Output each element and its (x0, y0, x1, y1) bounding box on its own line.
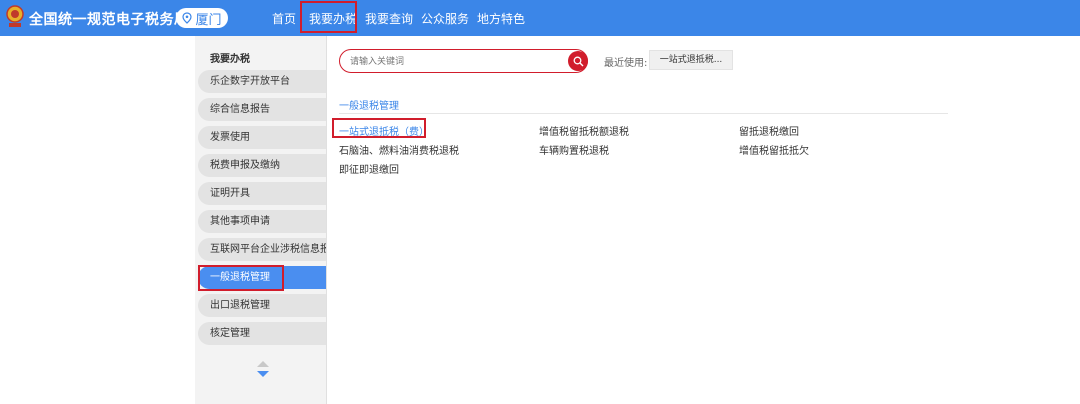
nav-highlight-box (300, 1, 357, 33)
site-title[interactable]: 全国统一规范电子税务局 (29, 9, 189, 29)
sidebar-item-leqi-platform[interactable]: 乐企数字开放平台 (198, 70, 326, 93)
recent-item-button[interactable]: 一站式退抵税... (649, 50, 733, 70)
link-immediate-refund-payback[interactable]: 即征即退缴回 (339, 161, 399, 176)
top-navigation-bar: 全国统一规范电子税务局 厦门 首页 我要办税 我要查询 公众服务 地方特色 (0, 0, 1080, 36)
sidebar-item-declaration[interactable]: 税费申报及缴纳 (198, 154, 326, 177)
sidebar-title: 我要办税 (210, 54, 250, 65)
location-pin-icon (182, 12, 193, 24)
sidebar-item-invoice[interactable]: 发票使用 (198, 126, 326, 149)
search-button[interactable] (568, 51, 588, 71)
sidebar-divider (326, 36, 327, 404)
link-vat-credit-offset[interactable]: 增值税留抵抵欠 (739, 142, 809, 157)
sidebar-item-certificate[interactable]: 证明开具 (198, 182, 326, 205)
sidebar-item-assessment[interactable]: 核定管理 (198, 322, 326, 345)
city-name: 厦门 (195, 12, 222, 28)
tax-emblem-icon (6, 5, 24, 27)
search-icon (573, 56, 583, 66)
section-title: 一般退税管理 (339, 101, 399, 112)
city-selector[interactable]: 厦门 (176, 8, 228, 28)
nav-home[interactable]: 首页 (272, 10, 296, 27)
recent-used-label: 最近使用: (604, 58, 648, 69)
link-vehicle-purchase-refund[interactable]: 车辆购置税退税 (539, 142, 609, 157)
scroll-arrows-icon[interactable] (256, 360, 270, 378)
link-vat-credit-refund[interactable]: 增值税留抵税额退税 (539, 123, 629, 138)
sidebar-item-export-refund[interactable]: 出口退税管理 (198, 294, 326, 317)
sidebar-highlight-box (198, 265, 284, 291)
sidebar-item-info-report[interactable]: 综合信息报告 (198, 98, 326, 121)
sidebar-item-internet-platform[interactable]: 互联网平台企业涉税信息报送 (198, 238, 326, 261)
section-divider (339, 113, 948, 114)
nav-query[interactable]: 我要查询 (365, 10, 413, 27)
search-input[interactable] (348, 53, 567, 71)
link-credit-refund-payback[interactable]: 留抵退税缴回 (739, 123, 799, 138)
nav-local-features[interactable]: 地方特色 (477, 10, 525, 27)
search-box (339, 49, 588, 73)
link-highlight-box (332, 118, 426, 138)
sidebar-item-other-requests[interactable]: 其他事项申请 (198, 210, 326, 233)
link-fuel-consumption-refund[interactable]: 石脑油、燃料油消费税退税 (339, 142, 459, 157)
nav-public-service[interactable]: 公众服务 (421, 10, 469, 27)
